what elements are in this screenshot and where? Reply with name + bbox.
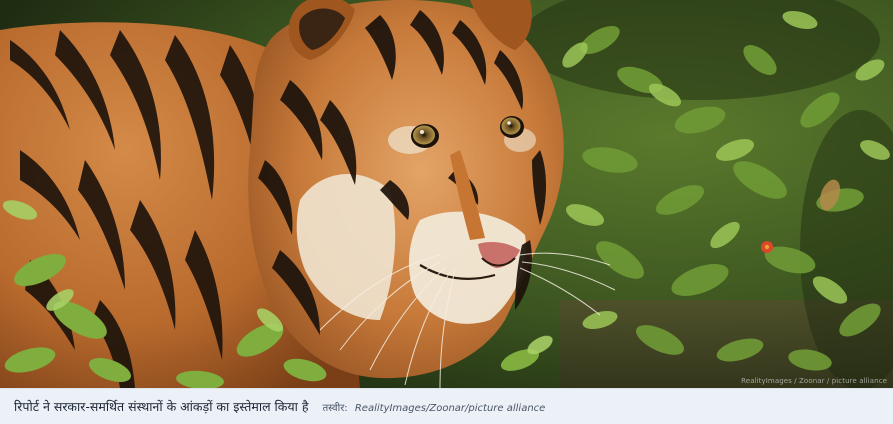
credit-value: RealityImages/Zoonar/picture alliance — [354, 402, 546, 414]
photo-credit: तस्वीर: RealityImages/Zoonar/picture all… — [322, 400, 545, 414]
caption-text: रिपोर्ट ने सरकार-समर्थित संस्थानों के आं… — [14, 399, 309, 414]
photo-watermark: RealityImages / Zoonar / picture allianc… — [741, 377, 887, 385]
figure: RealityImages / Zoonar / picture allianc… — [0, 0, 893, 424]
left-eye — [413, 125, 435, 145]
tiger-photo: RealityImages / Zoonar / picture allianc… — [0, 0, 893, 388]
tiger-photo-illustration — [0, 0, 893, 388]
credit-label: तस्वीर: — [322, 402, 348, 414]
caption-bar: रिपोर्ट ने सरकार-समर्थित संस्थानों के आं… — [0, 388, 893, 424]
right-eye — [501, 117, 521, 135]
